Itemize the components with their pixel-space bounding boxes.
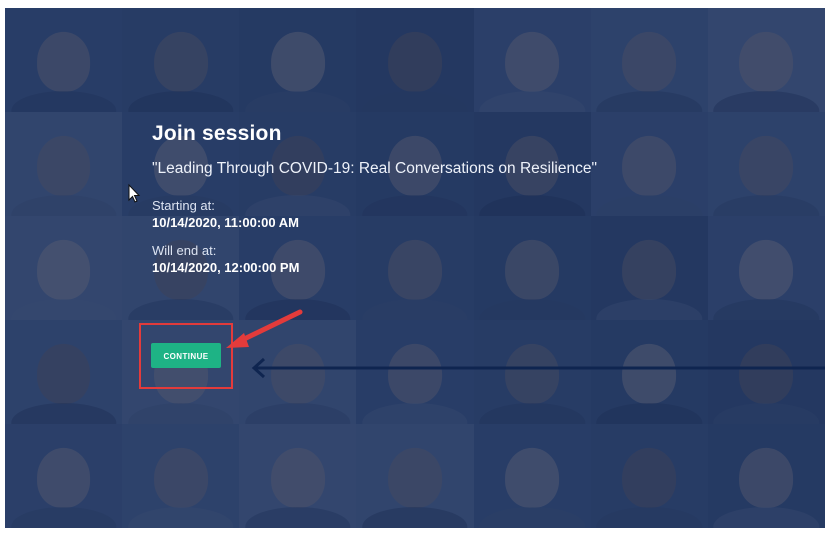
end-label: Will end at: (152, 243, 217, 258)
session-name: "Leading Through COVID-19: Real Conversa… (152, 160, 597, 177)
start-time: 10/14/2020, 11:00:00 AM (152, 215, 299, 230)
end-time: 10/14/2020, 12:00:00 PM (152, 260, 300, 275)
continue-button[interactable]: CONTINUE (151, 343, 221, 368)
join-session-panel: Join session "Leading Through COVID-19: … (152, 122, 597, 288)
page-title: Join session (152, 122, 282, 145)
start-label: Starting at: (152, 198, 215, 213)
